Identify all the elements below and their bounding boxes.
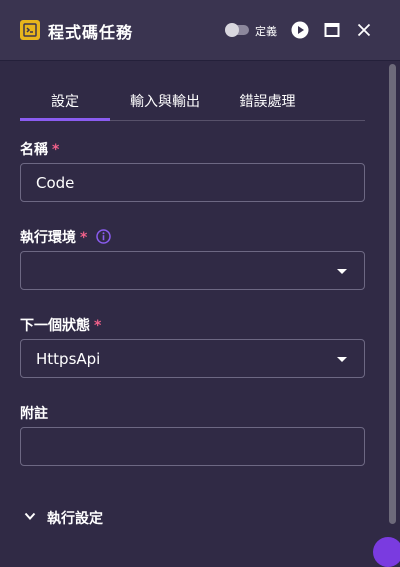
next-state-value: HttpsApi <box>36 350 101 368</box>
scrollbar-thumb[interactable] <box>389 64 396 524</box>
maximize-icon[interactable] <box>323 21 341 39</box>
floating-action-button[interactable] <box>373 537 400 567</box>
tab-bar: 設定 輸入與輸出 錯誤處理 <box>20 87 365 122</box>
note-label: 附註 <box>20 406 48 422</box>
next-state-label: 下一個狀態 * <box>20 318 102 334</box>
info-icon[interactable] <box>96 229 111 244</box>
code-block-icon <box>20 20 40 40</box>
required-mark: * <box>52 142 60 158</box>
definition-toggle[interactable] <box>225 23 249 37</box>
note-field[interactable] <box>20 427 365 466</box>
tab-input-output[interactable]: 輸入與輸出 <box>115 87 215 121</box>
next-state-select[interactable]: HttpsApi <box>20 339 365 378</box>
name-field[interactable]: Code <box>20 163 365 202</box>
close-icon[interactable] <box>355 21 373 39</box>
section-label: 執行設定 <box>47 511 103 527</box>
tab-settings[interactable]: 設定 <box>20 87 110 121</box>
runtime-label: 執行環境 * <box>20 227 111 247</box>
caret-down-icon <box>337 357 347 362</box>
active-tab-indicator <box>20 118 110 121</box>
chevron-down-icon <box>24 512 36 520</box>
name-label: 名稱 * <box>20 142 60 158</box>
panel-title: 程式碼任務 <box>48 23 134 42</box>
tab-error-handling[interactable]: 錯誤處理 <box>220 87 315 121</box>
caret-down-icon <box>337 269 347 274</box>
required-mark: * <box>94 318 102 334</box>
panel-header: 程式碼任務 定義 <box>0 0 400 61</box>
play-circle-icon[interactable] <box>291 21 309 39</box>
name-value: Code <box>36 174 75 192</box>
toggle-knob <box>225 23 239 37</box>
runtime-select[interactable] <box>20 251 365 290</box>
required-mark: * <box>80 230 88 246</box>
toggle-label: 定義 <box>255 25 277 38</box>
